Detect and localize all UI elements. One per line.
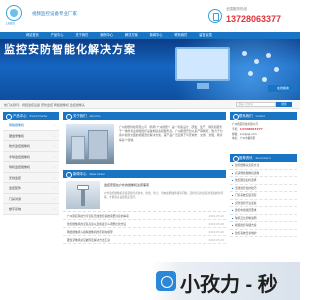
nav-item-home[interactable]: 网站首页	[20, 32, 45, 39]
company-logo[interactable]: 上海监控	[5, 5, 28, 25]
featured-news[interactable]: 监控安装在户外的摄像机注意事项 户外监控摄像机安装需要考虑防水、防雷、防尘、供电…	[63, 178, 226, 212]
main-nav: 网站首页 产品中心 关于我们 案例中心 解决方案 新闻中心 联系我们 留言反馈	[0, 32, 300, 39]
news-section: 新闻中心 News Center 监控安装在户外的摄像机注意事项 户外监控摄像机安…	[63, 170, 226, 244]
about-heading: 关于我们 About Us	[63, 112, 226, 120]
search-input[interactable]: 请输入关键词	[236, 102, 276, 107]
list-item[interactable]: 无线监控使用技巧	[230, 185, 297, 192]
hotline-label: 全国服务热线	[226, 7, 247, 11]
nav-item-feedback[interactable]: 留言反馈	[193, 32, 218, 39]
phone-icon	[208, 9, 222, 23]
search-bar: 热门关键词：视频监控设备 安防监控 网络摄像机 监控摄像头 请输入关键词 搜索	[0, 100, 300, 109]
list-item[interactable]: 球机云台控制说明	[230, 215, 297, 222]
sidebar-item[interactable]: 硬盘录像机	[3, 130, 59, 141]
nav-item-about[interactable]: 关于我们	[70, 32, 95, 39]
hotline-number[interactable]: 13728063377	[226, 14, 281, 24]
brand-slogan: 视频监控设备专业厂家	[32, 12, 77, 17]
sidebar-item[interactable]: 楼宇系统	[3, 204, 59, 215]
nav-item-contact[interactable]: 联系我们	[169, 32, 194, 39]
list-item[interactable]: 网络摄像机与模拟摄像机的区别在哪里 2024-05-06	[63, 228, 226, 236]
recommend-list: 监控摄像头安装方法 高清网络摄像机选购 监控硬盘如何选择 无线监控使用技巧 门禁…	[230, 162, 297, 237]
banner-headline: 监控安防智能化解决方案	[4, 43, 136, 56]
featured-news-title[interactable]: 监控安装在户外的摄像机注意事项	[104, 183, 224, 187]
list-item[interactable]: 监控系统日常维护	[230, 230, 297, 237]
recommend-heading: 推荐资讯 Recommend	[230, 154, 297, 162]
list-item[interactable]: 门禁系统安装流程	[230, 192, 297, 200]
header: 上海监控 视频监控设备专业厂家 全国服务热线 13728063377	[0, 0, 300, 32]
sidebar-item[interactable]: 监控配件	[3, 183, 59, 194]
sidebar-item[interactable]: 门禁对讲	[3, 193, 59, 204]
hero-banner[interactable]: 监控安防智能化解决方案	[0, 39, 300, 100]
watermark-logo-icon	[156, 271, 176, 291]
sidebar-item[interactable]: 枪式监控摄像机	[3, 141, 59, 152]
products-heading: 产品中心 Product Center	[3, 112, 59, 120]
logo-text: 上海监控	[5, 22, 16, 25]
list-item[interactable]: 监控摄像机的安装高度以及角度怎么调整比较合适 2024-05-08	[63, 220, 226, 228]
contact-address: 地址：广州市番禺区	[232, 136, 256, 140]
logo-dot-icon	[10, 9, 18, 17]
about-text: 广州耐辰科技有限公司（简称"广州耐辰"）是一家集设计、研发、生产、销售和服务于一…	[119, 125, 223, 142]
monitor-illustration	[175, 47, 230, 89]
about-section: 广州耐辰科技有限公司（简称"广州耐辰"）是一家集设计、研发、生产、销售和服务于一…	[63, 120, 226, 168]
camera-icon	[77, 185, 89, 190]
nav-item-products[interactable]: 产品中心	[45, 32, 70, 39]
list-item[interactable]: 安防监控行业发展	[230, 200, 297, 207]
sidebar-item[interactable]: 网络摄像机	[3, 120, 59, 131]
company-building-image[interactable]	[66, 124, 114, 164]
right-sidebar: 联系我们 Contact 广州耐辰科技有限公司 手机：13728063377 邮箱…	[230, 112, 297, 237]
watermark-overlay: 小孜力 - 秒	[150, 262, 300, 300]
list-item[interactable]: 高清网络摄像机选购	[230, 170, 297, 177]
hot-keywords[interactable]: 热门关键词：视频监控设备 安防监控 网络摄像机 监控摄像头	[4, 103, 85, 107]
hotline: 全国服务热线 13728063377	[208, 5, 296, 27]
nav-item-news[interactable]: 新闻中心	[144, 32, 169, 39]
nav-item-solutions[interactable]: 解决方案	[119, 32, 144, 39]
search-button[interactable]: 搜索	[276, 102, 292, 107]
list-item[interactable]: 监控摄像头安装方法	[230, 162, 297, 170]
news-thumbnail[interactable]	[66, 181, 100, 209]
featured-news-desc: 户外监控摄像机安装需要考虑防水、防雷、防尘、供电和网线传输等问题，选择合适的安装…	[104, 192, 224, 199]
online-message-button[interactable]: 在线留言	[268, 85, 298, 92]
nav-item-cases[interactable]: 案例中心	[94, 32, 119, 39]
main-content: 关于我们 About Us 广州耐辰科技有限公司（简称"广州耐辰"）是一家集设计、…	[63, 112, 226, 244]
watermark-text: 小孜力 - 秒	[180, 274, 278, 296]
list-item[interactable]: 广州耐辰科技分享安装无线监控系统需要注意的事项 2024-05-10	[63, 212, 226, 220]
contact-heading: 联系我们 Contact	[230, 112, 297, 120]
sidebar-item[interactable]: 球机监控摄像机	[3, 162, 59, 173]
product-sidebar: 产品中心Product Center 网络摄像机 硬盘录像机 枪式监控摄像机 半…	[3, 112, 59, 215]
news-heading: 新闻中心 News Center	[63, 170, 226, 178]
list-item[interactable]: 视频监控存储方案	[230, 222, 297, 230]
list-item[interactable]: 硬盘录像机常见故障及解决方法汇总 2024-05-03	[63, 236, 226, 244]
list-item[interactable]: 监控硬盘如何选择	[230, 177, 297, 185]
sidebar-item[interactable]: 无线监控	[3, 172, 59, 183]
sidebar-item[interactable]: 半球监控摄像机	[3, 151, 59, 162]
contact-block: 广州耐辰科技有限公司 手机：13728063377 邮箱：xxx@qq.com …	[230, 120, 297, 154]
list-item[interactable]: 监控布线规范要求	[230, 207, 297, 215]
